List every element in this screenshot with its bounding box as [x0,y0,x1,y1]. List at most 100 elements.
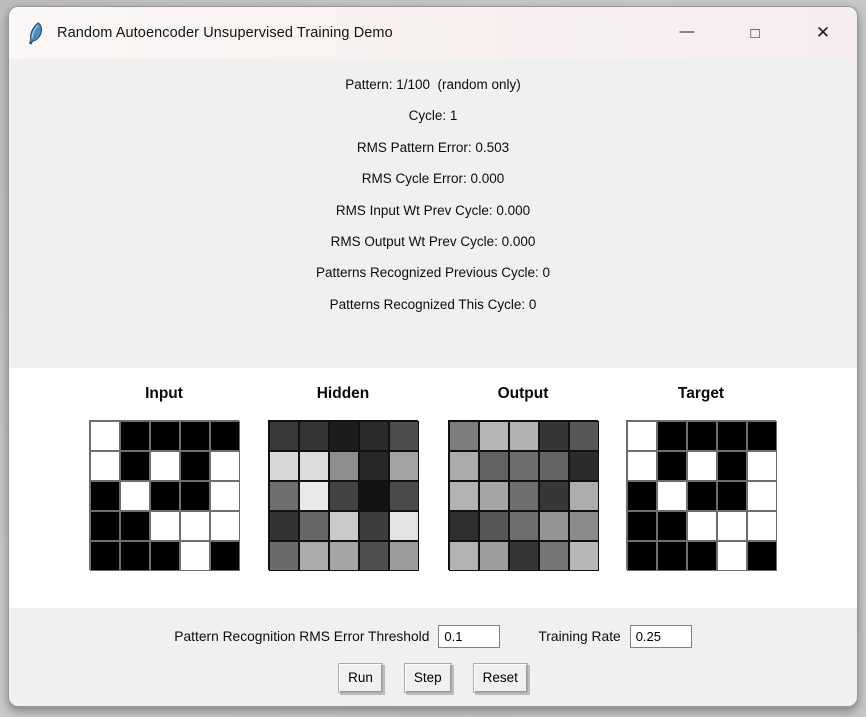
grid-cell [299,421,329,451]
grid-cell [509,451,539,481]
input-grid [89,420,240,571]
grid-cell [569,541,599,571]
hidden-grid-panel: Hidden [267,368,419,571]
grid-cell [90,421,120,451]
grid-cell [747,541,777,571]
buttons-row: Run Step Reset [9,663,857,693]
grid-cell [120,481,150,511]
minimize-button[interactable]: — [664,11,710,55]
grid-cell [120,541,150,571]
grid-cell [329,511,359,541]
titlebar[interactable]: Random Autoencoder Unsupervised Training… [9,7,857,59]
grid-cell [717,541,747,571]
grid-cell [269,481,299,511]
target-grid [626,420,777,571]
grid-cell [717,421,747,451]
grid-cell [627,421,657,451]
grid-cell [90,451,120,481]
maximize-icon: □ [750,24,760,42]
grid-cell [539,511,569,541]
threshold-label: Pattern Recognition RMS Error Threshold [174,629,430,644]
close-button[interactable]: ✕ [800,11,846,55]
grid-cell [359,481,389,511]
grid-cell [539,421,569,451]
grid-cell [539,481,569,511]
grid-cell [509,481,539,511]
run-button[interactable]: Run [338,663,383,693]
grid-cell [299,541,329,571]
grid-cell [717,451,747,481]
grid-cell [569,481,599,511]
grid-cell [747,481,777,511]
target-grid-panel: Target [625,368,777,571]
hidden-grid [268,420,419,571]
reset-button[interactable]: Reset [472,663,528,693]
grid-cell [657,511,687,541]
status-block: Pattern: 1/100 (random only) Cycle: 1 RM… [9,59,857,320]
grid-cell [329,481,359,511]
training-rate-label: Training Rate [538,629,621,644]
status-recognized-prev: Patterns Recognized Previous Cycle: 0 [315,265,551,281]
grid-cell [389,481,419,511]
status-rms-output-wt: RMS Output Wt Prev Cycle: 0.000 [330,234,536,250]
grid-cell [120,421,150,451]
minimize-icon: — [679,22,695,40]
grid-cell [90,541,120,571]
grid-cell [180,481,210,511]
grid-cell [449,511,479,541]
grid-cell [299,481,329,511]
grid-cell [150,451,180,481]
grid-cell [449,421,479,451]
grid-cell [747,451,777,481]
grid-cell [479,451,509,481]
grid-cell [210,421,240,451]
input-grid-title: Input [145,385,183,402]
grid-cell [509,421,539,451]
grid-cell [389,541,419,571]
grid-cell [90,481,120,511]
grid-cell [329,451,359,481]
parameters-row: Pattern Recognition RMS Error Threshold … [9,625,857,648]
controls-panel: Pattern Recognition RMS Error Threshold … [9,608,857,706]
grid-cell [180,421,210,451]
status-rms-cycle-error: RMS Cycle Error: 0.000 [361,171,505,187]
grid-cell [539,451,569,481]
grid-cell [509,511,539,541]
app-window: Random Autoencoder Unsupervised Training… [8,6,858,707]
target-grid-title: Target [677,385,725,402]
grid-cell [269,541,299,571]
grid-cell [359,421,389,451]
input-grid-panel: Input [88,368,240,571]
grid-cell [389,451,419,481]
grid-cell [389,511,419,541]
grid-cell [449,451,479,481]
grid-cell [479,511,509,541]
grid-cell [569,451,599,481]
grid-cell [359,451,389,481]
grid-cell [269,421,299,451]
maximize-button[interactable]: □ [732,11,778,55]
grid-cell [449,541,479,571]
grid-cell [657,481,687,511]
training-rate-input[interactable] [629,625,692,648]
grid-cell [747,421,777,451]
step-button[interactable]: Step [403,663,452,693]
grid-cell [627,451,657,481]
grid-cell [210,481,240,511]
status-recognized-this: Patterns Recognized This Cycle: 0 [329,296,537,312]
grid-cell [717,511,747,541]
grid-cell [210,511,240,541]
grid-cell [687,451,717,481]
output-grid [448,420,599,571]
grid-cell [449,481,479,511]
threshold-input[interactable] [438,625,501,648]
status-rms-pattern-error: RMS Pattern Error: 0.503 [356,139,510,155]
grid-cell [687,541,717,571]
grid-cell [539,541,569,571]
grid-cell [210,451,240,481]
close-icon: ✕ [815,23,831,42]
grid-cell [120,511,150,541]
window-controls: — □ ✕ [664,11,846,55]
grid-cell [90,511,120,541]
grid-cell [299,511,329,541]
